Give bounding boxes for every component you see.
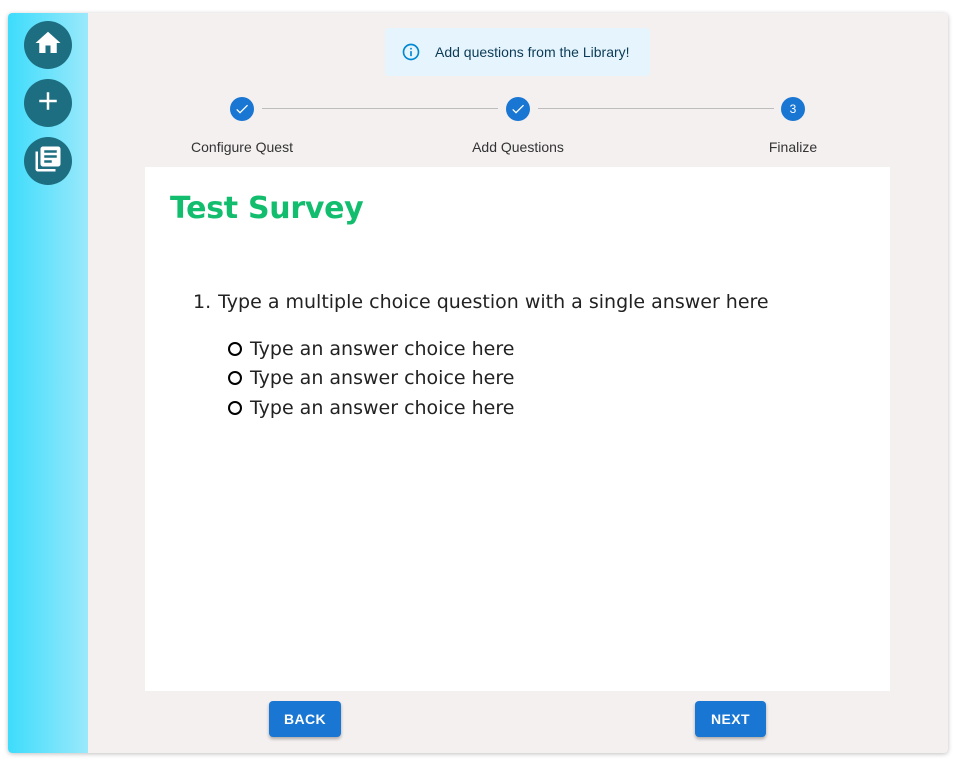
radio-button[interactable] (228, 371, 242, 386)
sidebar (8, 13, 88, 753)
answer-choice[interactable]: Type an answer choice here (228, 334, 514, 364)
next-button[interactable]: NEXT (695, 701, 766, 737)
back-button[interactable]: BACK (269, 701, 341, 737)
answer-choice-label: Type an answer choice here (250, 337, 515, 360)
library-icon (33, 144, 63, 179)
library-button[interactable] (24, 137, 72, 185)
survey-card: Test Survey 1. Type a multiple choice que… (145, 167, 890, 691)
home-button[interactable] (24, 21, 72, 69)
plus-icon (33, 86, 63, 121)
question-label: Type a multiple choice question with a s… (218, 291, 769, 313)
question-text[interactable]: 1. Type a multiple choice question with a… (193, 291, 769, 313)
answer-choice[interactable]: Type an answer choice here (228, 364, 514, 394)
step-completed-check-icon (506, 97, 530, 121)
home-icon (33, 28, 63, 63)
radio-button[interactable] (228, 400, 242, 415)
survey-title: Test Survey (170, 191, 364, 226)
app-window: Add questions from the Library! 3 Config… (8, 13, 948, 753)
answer-choice-label: Type an answer choice here (250, 396, 515, 419)
info-banner: Add questions from the Library! (385, 28, 650, 76)
step-connector (262, 108, 498, 109)
step-connector (538, 108, 774, 109)
step-completed-check-icon (230, 97, 254, 121)
step-number-badge: 3 (781, 97, 805, 121)
stepper: 3 Configure Quest Add Questions Finalize (145, 93, 890, 163)
answer-choices: Type an answer choice here Type an answe… (228, 334, 514, 423)
banner-text: Add questions from the Library! (435, 44, 630, 60)
radio-button[interactable] (228, 341, 242, 356)
step-label-finalize: Finalize (768, 139, 818, 155)
add-button[interactable] (24, 79, 72, 127)
answer-choice[interactable]: Type an answer choice here (228, 393, 514, 423)
question-number: 1. (193, 291, 212, 313)
step-label-add-questions: Add Questions (472, 139, 564, 155)
info-icon (401, 42, 421, 62)
answer-choice-label: Type an answer choice here (250, 367, 515, 390)
step-label-configure-quest: Configure Quest (191, 139, 293, 155)
